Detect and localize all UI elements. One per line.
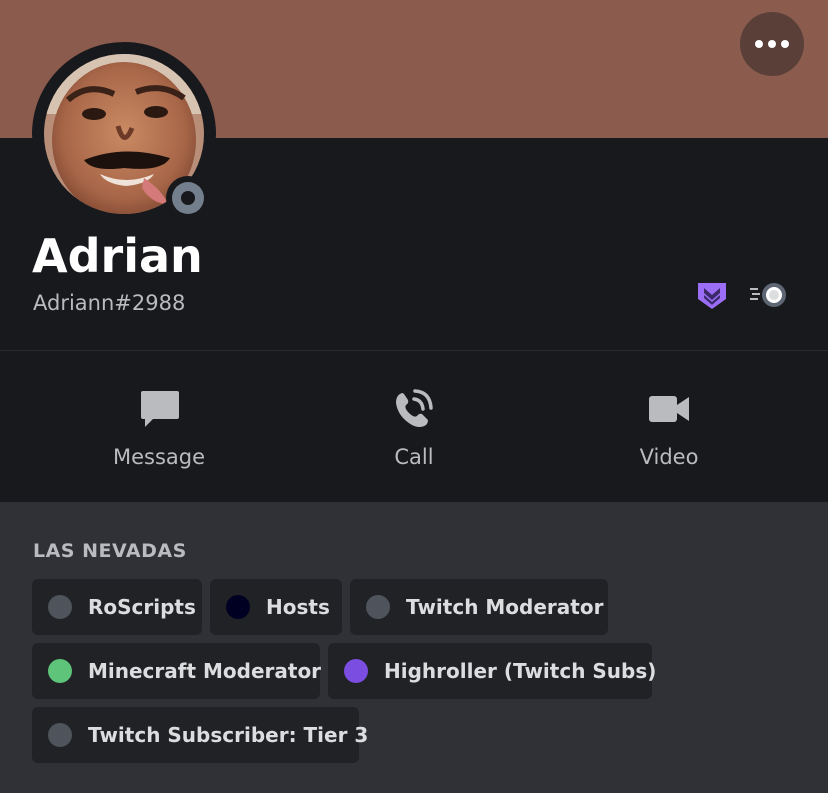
role-name: Twitch Subscriber: Tier 3 (88, 723, 369, 747)
role-pill[interactable]: Highroller (Twitch Subs) (328, 643, 656, 699)
message-label: Message (112, 445, 206, 469)
call-button[interactable]: Call (314, 351, 514, 503)
server-name-heading: LAS NEVADAS (33, 540, 187, 562)
role-color-dot (48, 595, 72, 619)
role-color-dot (366, 595, 390, 619)
role-name: Highroller (Twitch Subs) (384, 659, 657, 683)
role-name: Hosts (266, 595, 330, 619)
more-dot-icon (781, 40, 789, 48)
more-dot-icon (768, 40, 776, 48)
role-pill[interactable]: Hosts (210, 579, 342, 635)
hypesquad-balance-icon[interactable] (696, 279, 728, 311)
message-button[interactable]: Message (59, 351, 259, 503)
role-name: RoScripts (88, 595, 196, 619)
nitro-boost-icon[interactable] (748, 279, 788, 311)
profile-actions: Message Call Video (0, 350, 828, 502)
display-name: Adrian (32, 229, 203, 283)
role-color-dot (226, 595, 250, 619)
video-label: Video (639, 445, 699, 469)
more-dot-icon (755, 40, 763, 48)
role-pill[interactable]: Twitch Subscriber: Tier 3 (32, 707, 368, 763)
role-name: Minecraft Moderator (88, 659, 322, 683)
user-tag: Adriann#2988 (33, 291, 186, 315)
offline-status-icon (172, 182, 204, 214)
video-camera-icon (647, 387, 691, 431)
role-pill[interactable]: RoScripts (32, 579, 202, 635)
video-button[interactable]: Video (569, 351, 769, 503)
phone-call-icon (392, 387, 436, 431)
role-pill[interactable]: Twitch Moderator (350, 579, 608, 635)
role-color-dot (48, 723, 72, 747)
more-options-button[interactable] (740, 12, 804, 76)
role-color-dot (48, 659, 72, 683)
role-pill[interactable]: Minecraft Moderator (32, 643, 322, 699)
message-icon (137, 387, 181, 431)
role-name: Twitch Moderator (406, 595, 604, 619)
call-label: Call (394, 445, 434, 469)
role-color-dot (344, 659, 368, 683)
